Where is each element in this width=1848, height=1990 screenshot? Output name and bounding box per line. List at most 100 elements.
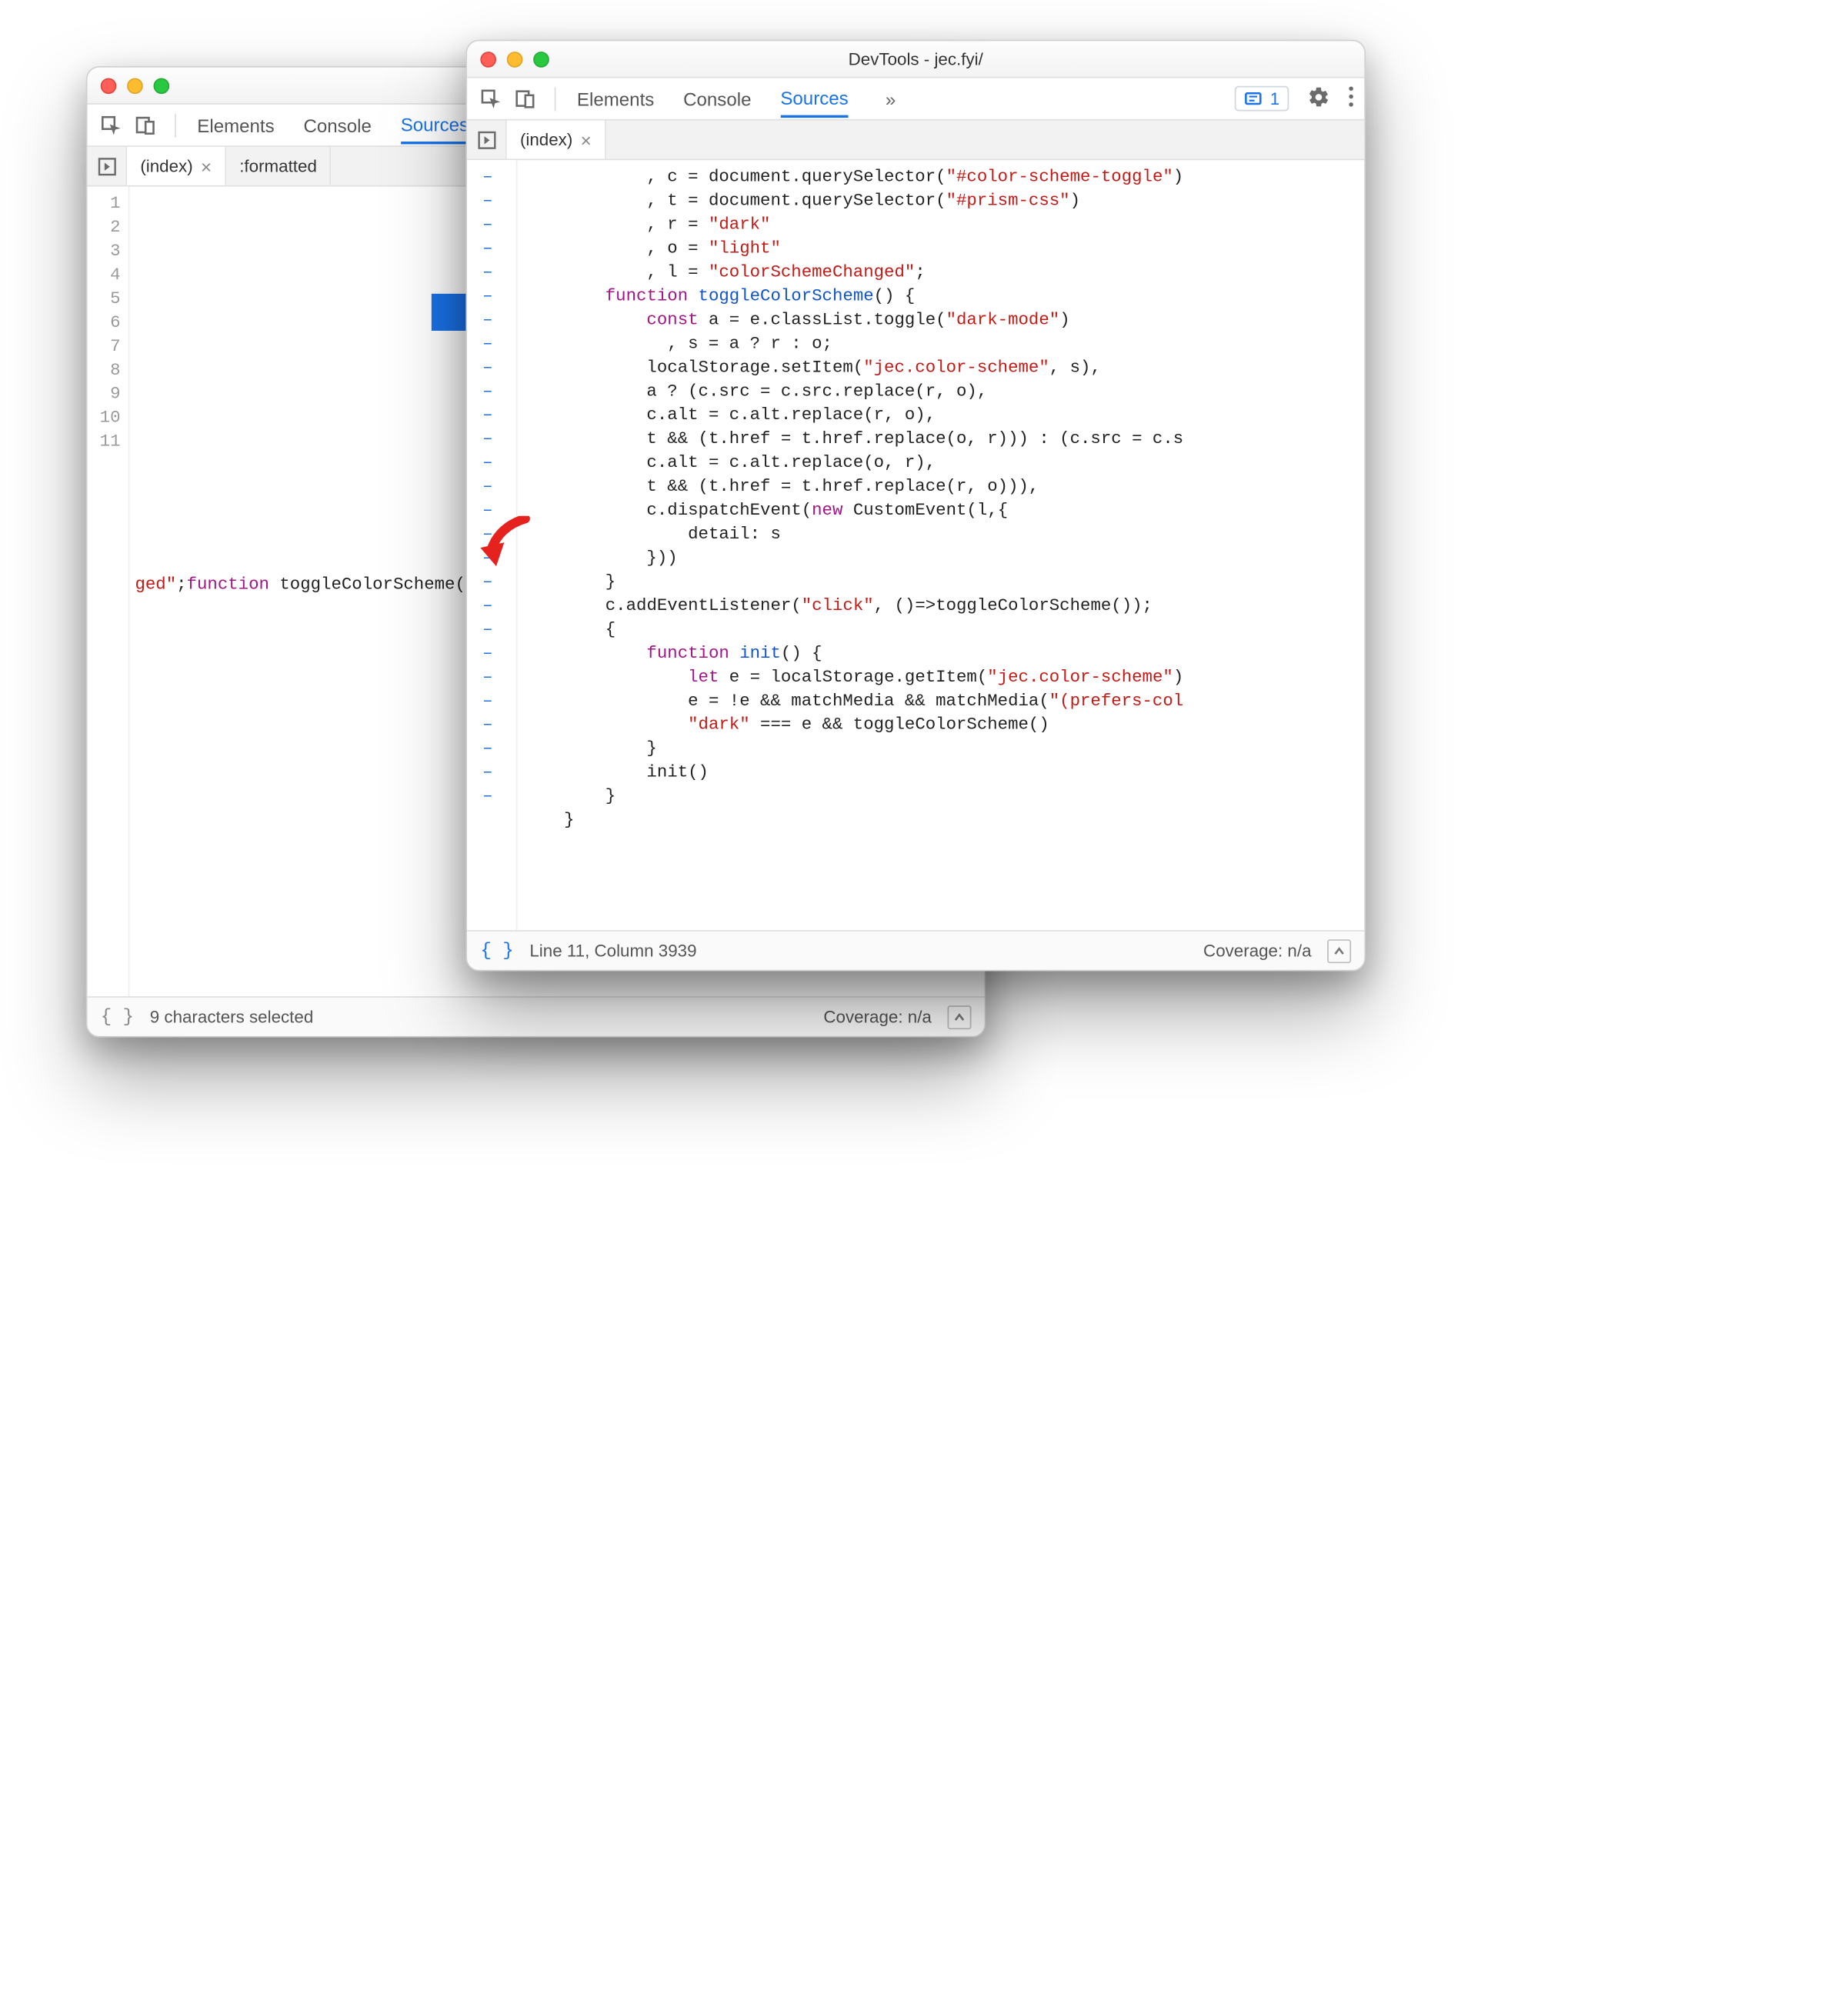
code-line[interactable]: , l = "colorSchemeChanged"; — [522, 261, 1364, 285]
code-line[interactable]: } — [522, 570, 1364, 594]
file-tab-label: (index) — [140, 156, 192, 176]
code-line[interactable]: function toggleColorScheme() { — [522, 285, 1364, 308]
pretty-print-icon[interactable]: { } — [101, 1006, 134, 1028]
code-line[interactable]: t && (t.href = t.href.replace(r, o))), — [522, 475, 1364, 498]
tab-sources[interactable]: Sources — [401, 106, 469, 145]
kebab-icon[interactable] — [1349, 86, 1354, 112]
line-number: – — [467, 475, 508, 498]
close-icon[interactable]: × — [581, 130, 592, 148]
code-line[interactable]: { — [522, 618, 1364, 642]
line-number: – — [467, 404, 508, 428]
code-line[interactable]: t && (t.href = t.href.replace(o, r))) : … — [522, 428, 1364, 452]
code-line[interactable]: detail: s — [522, 522, 1364, 546]
maximize-icon[interactable] — [533, 51, 549, 67]
collapse-panel-icon[interactable] — [948, 1005, 972, 1028]
collapse-panel-icon[interactable] — [1327, 938, 1351, 962]
status-message: 9 characters selected — [150, 1007, 314, 1027]
line-number: 5 — [88, 287, 121, 311]
line-number: 6 — [88, 311, 121, 335]
code-line[interactable]: })) — [522, 546, 1364, 570]
line-number: – — [467, 428, 508, 452]
issues-button[interactable]: 1 — [1234, 86, 1289, 112]
close-icon[interactable] — [101, 78, 117, 94]
line-number: 8 — [88, 358, 121, 382]
code-line[interactable]: a ? (c.src = c.src.replace(r, o), — [522, 380, 1364, 404]
line-number: – — [467, 452, 508, 475]
tabs-overflow-icon[interactable]: » — [878, 88, 904, 109]
code-line[interactable]: } — [522, 737, 1364, 761]
code-line[interactable]: , s = a ? r : o; — [522, 332, 1364, 356]
devtools-window-after: DevTools - jec.fyi/ Elements Console Sou… — [465, 40, 1366, 972]
tab-console[interactable]: Console — [683, 80, 751, 117]
annotation-arrow-pretty-print — [480, 516, 533, 575]
code-line[interactable]: localStorage.setItem("jec.color-scheme",… — [522, 356, 1364, 380]
inspect-element-icon[interactable] — [98, 112, 124, 138]
line-number: – — [467, 213, 508, 237]
line-number: 9 — [88, 382, 121, 406]
code-line[interactable]: , t = document.querySelector("#prism-css… — [522, 189, 1364, 213]
coverage-label: Coverage: n/a — [823, 1007, 931, 1027]
line-number: – — [467, 642, 508, 665]
code-line[interactable]: c.alt = c.alt.replace(o, r), — [522, 452, 1364, 475]
show-navigator-icon[interactable] — [467, 121, 507, 159]
file-tab-formatted[interactable]: :formatted — [226, 147, 332, 185]
code-line[interactable]: let e = localStorage.getItem("jec.color-… — [522, 665, 1364, 689]
device-toggle-icon[interactable] — [512, 85, 539, 112]
file-tab-label: (index) — [520, 130, 572, 150]
code-line[interactable]: } — [522, 785, 1364, 808]
code-editor[interactable]: ––––––––––––––––––––––––––– , c = docume… — [467, 160, 1364, 930]
code-line[interactable]: const a = e.classList.toggle("dark-mode"… — [522, 308, 1364, 332]
tab-elements[interactable]: Elements — [577, 80, 654, 117]
code-line[interactable]: e = !e && matchMedia && matchMedia("(pre… — [522, 689, 1364, 713]
line-number: – — [467, 785, 508, 808]
code-line[interactable]: init() — [522, 761, 1364, 785]
issues-icon — [1243, 89, 1262, 108]
line-number: – — [467, 618, 508, 642]
line-number: 11 — [88, 430, 121, 454]
code-line[interactable]: "dark" === e && toggleColorScheme() — [522, 713, 1364, 737]
show-navigator-icon[interactable] — [88, 147, 128, 185]
code-line[interactable]: , c = document.querySelector("#color-sch… — [522, 165, 1364, 189]
code-line[interactable]: c.alt = c.alt.replace(r, o), — [522, 404, 1364, 428]
traffic-lights — [480, 51, 549, 67]
panel-tabs: Elements Console Sources » — [577, 79, 904, 118]
coverage-label: Coverage: n/a — [1203, 941, 1311, 961]
line-number: – — [467, 285, 508, 308]
tab-console[interactable]: Console — [303, 106, 371, 143]
file-tab-index[interactable]: (index) × — [507, 121, 606, 159]
code-content[interactable]: , c = document.querySelector("#color-sch… — [518, 160, 1365, 930]
line-number: – — [467, 332, 508, 356]
window-title: DevTools - jec.fyi/ — [549, 49, 1283, 69]
line-number: – — [467, 689, 508, 713]
code-line[interactable]: , r = "dark" — [522, 213, 1364, 237]
file-tab-index[interactable]: (index) × — [127, 147, 226, 185]
close-icon[interactable]: × — [201, 157, 212, 175]
line-number: 2 — [88, 215, 121, 239]
tab-sources[interactable]: Sources — [780, 79, 848, 118]
traffic-lights — [101, 78, 169, 94]
line-number: – — [467, 261, 508, 285]
status-message: Line 11, Column 3939 — [529, 941, 696, 961]
device-toggle-icon[interactable] — [132, 112, 158, 138]
issues-count: 1 — [1270, 88, 1279, 108]
maximize-icon[interactable] — [154, 78, 170, 94]
code-line[interactable]: c.addEventListener("click", ()=>toggleCo… — [522, 594, 1364, 618]
pretty-print-icon[interactable]: { } — [480, 940, 513, 962]
titlebar[interactable]: DevTools - jec.fyi/ — [467, 41, 1364, 78]
code-line[interactable]: } — [522, 808, 1364, 832]
code-line[interactable]: c.dispatchEvent(new CustomEvent(l,{ — [522, 498, 1364, 522]
line-number: – — [467, 237, 508, 261]
line-number-gutter: 1234567891011 — [88, 187, 130, 997]
code-line[interactable]: function init() { — [522, 642, 1364, 665]
inspect-element-icon[interactable] — [478, 85, 504, 112]
gear-icon[interactable] — [1307, 85, 1329, 112]
close-icon[interactable] — [480, 51, 496, 67]
code-line[interactable]: , o = "light" — [522, 237, 1364, 261]
minimize-icon[interactable] — [507, 51, 523, 67]
status-bar: { } Line 11, Column 3939 Coverage: n/a — [467, 930, 1364, 970]
line-number: – — [467, 761, 508, 785]
minimize-icon[interactable] — [127, 78, 143, 94]
tab-elements[interactable]: Elements — [197, 106, 274, 143]
line-number: – — [467, 713, 508, 737]
line-number: – — [467, 189, 508, 213]
